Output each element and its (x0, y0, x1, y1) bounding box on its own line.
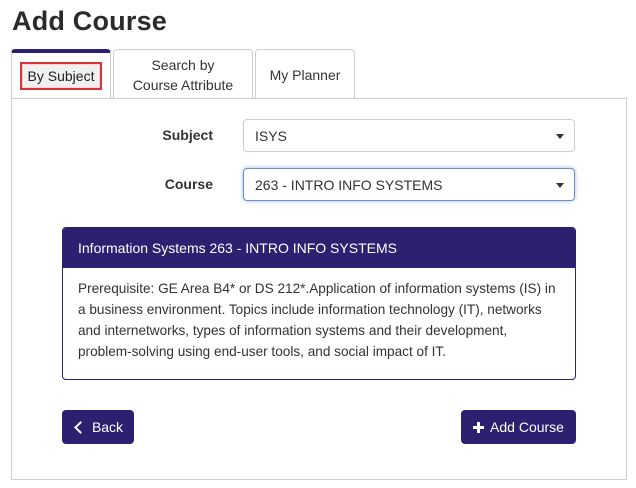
course-info-title: Information Systems 263 - INTRO INFO SYS… (63, 228, 575, 268)
page-title: Add Course (12, 6, 168, 36)
course-select-value: 263 - INTRO INFO SYSTEMS (255, 176, 443, 193)
add-course-button-label: Add Course (490, 419, 564, 435)
tab-my-planner-label: My Planner (269, 66, 341, 83)
course-select[interactable]: 263 - INTRO INFO SYSTEMS (243, 168, 575, 201)
back-button-label: Back (91, 419, 124, 435)
subject-select-value: ISYS (255, 127, 287, 144)
tab-by-subject-label: By Subject (19, 62, 103, 90)
subject-label: Subject (162, 127, 213, 143)
plus-icon (473, 421, 485, 433)
tab-my-planner[interactable]: My Planner (255, 49, 355, 99)
tab-by-subject[interactable]: By Subject (11, 49, 111, 99)
course-info-card: Information Systems 263 - INTRO INFO SYS… (62, 227, 576, 380)
subject-select[interactable]: ISYS (243, 119, 575, 152)
tab-search-by-course-attribute[interactable]: Search by Course Attribute (113, 49, 253, 99)
add-course-button[interactable]: Add Course (461, 410, 576, 444)
back-button[interactable]: Back (62, 410, 134, 444)
caret-down-icon (556, 133, 564, 139)
chevron-left-icon (74, 420, 87, 434)
caret-down-icon (556, 182, 564, 188)
course-label: Course (164, 176, 213, 192)
tab-search-by-course-attribute-label: Search by Course Attribute (132, 56, 234, 93)
course-info-description: Prerequisite: GE Area B4* or DS 212*.App… (78, 281, 556, 359)
